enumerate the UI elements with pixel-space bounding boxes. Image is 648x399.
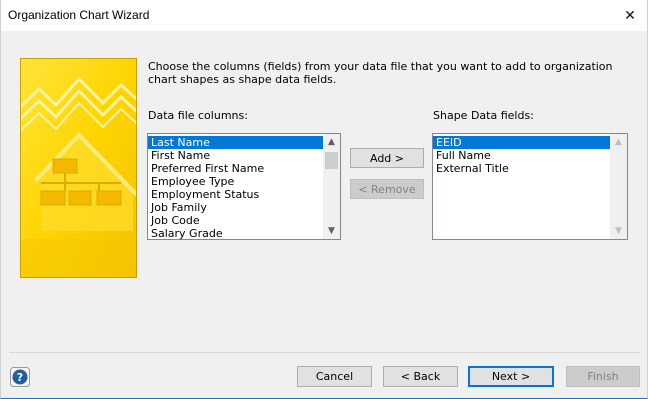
data-file-column-list-item[interactable]: Employee Type <box>148 175 340 188</box>
chevron-up-icon: ▲ <box>615 137 622 147</box>
close-icon[interactable]: ✕ <box>613 0 647 31</box>
shape-data-field-list-item[interactable]: EEID <box>433 136 627 149</box>
data-file-column-list-item[interactable]: Employment Status <box>148 188 340 201</box>
svg-text:?: ? <box>17 371 23 384</box>
shape-data-fields-label: Shape Data fields: <box>433 109 534 122</box>
wizard-window: Organization Chart Wizard ✕ Choose the c… <box>0 0 648 399</box>
chevron-down-icon: ▼ <box>615 226 622 236</box>
data-file-column-list-item[interactable]: Job Code <box>148 214 340 227</box>
data-file-column-list-item[interactable]: Last Name <box>148 136 340 149</box>
shape-data-fields-list[interactable]: EEID Full Name External Title ▲ ▼ <box>432 133 628 240</box>
data-file-column-list-item[interactable]: Salary Grade <box>148 227 340 239</box>
finish-button[interactable]: Finish <box>566 366 640 387</box>
back-button[interactable]: < Back <box>383 366 458 387</box>
chevron-up-icon[interactable]: ▲ <box>323 134 340 150</box>
data-file-columns-list[interactable]: Last Name First Name Preferred First Name E… <box>147 133 341 240</box>
instructions-text: Choose the columns (fields) from your da… <box>148 60 613 86</box>
data-file-column-list-item[interactable]: Preferred First Name <box>148 162 340 175</box>
data-file-column-list-item[interactable]: Job Family <box>148 201 340 214</box>
shape-data-field-list-item[interactable]: External Title <box>433 162 627 175</box>
add-button[interactable]: Add > <box>350 148 424 168</box>
cancel-button[interactable]: Cancel <box>297 366 372 387</box>
window-title: Organization Chart Wizard <box>8 8 150 22</box>
chevron-down-icon[interactable]: ▼ <box>323 223 340 239</box>
remove-button[interactable]: < Remove <box>350 179 424 199</box>
help-icon[interactable]: ? <box>10 367 30 387</box>
title-bar: Organization Chart Wizard ✕ <box>1 0 647 31</box>
footer-separator <box>9 352 640 353</box>
wizard-banner-image <box>20 58 137 278</box>
data-file-columns-scrollbar[interactable]: ▲ ▼ <box>323 134 340 239</box>
shape-data-fields-scrollbar: ▲ ▼ <box>610 134 627 239</box>
next-button[interactable]: Next > <box>468 366 554 387</box>
shape-data-field-list-item[interactable]: Full Name <box>433 149 627 162</box>
data-file-columns-label: Data file columns: <box>148 109 248 122</box>
scroll-thumb[interactable] <box>325 152 338 169</box>
data-file-column-list-item[interactable]: First Name <box>148 149 340 162</box>
org-chart-illustration <box>21 59 136 277</box>
